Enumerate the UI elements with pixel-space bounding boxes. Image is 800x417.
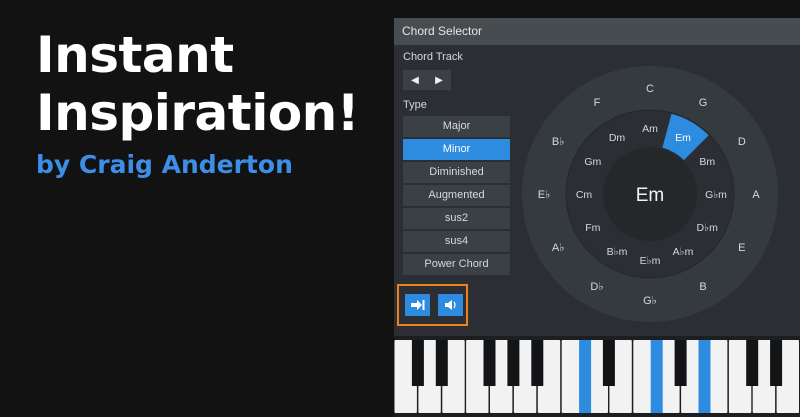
chevron-right-icon[interactable]: ▶ <box>427 70 451 90</box>
major-key-label: A <box>752 189 760 201</box>
chord-type-augmented[interactable]: Augmented <box>403 185 510 206</box>
black-key[interactable] <box>770 340 783 386</box>
major-key-label: B <box>699 281 706 293</box>
circle-of-fifths: C G D A E B G♭ D♭ A♭ E♭ B♭ F Am Em Bm G♭m D♭m A♭m E♭m B♭m Fm… <box>520 64 780 324</box>
piano-keyboard <box>394 336 800 417</box>
chord-track-nav: ◀ ▶ <box>403 70 451 90</box>
black-key[interactable] <box>507 340 520 386</box>
minor-key-label: Bm <box>699 156 715 168</box>
chevron-left-icon[interactable]: ◀ <box>403 70 427 90</box>
major-key-label: F <box>594 97 601 109</box>
current-chord-label: Em <box>636 185 665 206</box>
action-buttons-highlight <box>397 284 468 326</box>
chord-type-diminished[interactable]: Diminished <box>403 162 510 183</box>
headline-line-2: Inspiration! <box>36 84 360 142</box>
minor-key-label: G♭m <box>705 189 727 201</box>
minor-key-label: B♭m <box>607 246 628 258</box>
minor-key-label: Cm <box>576 189 593 201</box>
major-key-label: A♭ <box>552 242 565 254</box>
minor-key-label: Dm <box>609 132 626 144</box>
black-key[interactable] <box>483 340 496 386</box>
highlighted-key[interactable] <box>698 340 711 413</box>
black-key[interactable] <box>602 340 615 386</box>
headline-line-1: Instant <box>36 26 234 84</box>
black-key[interactable] <box>411 340 424 386</box>
chord-type-minor[interactable]: Minor <box>403 139 510 160</box>
minor-key-label: Am <box>642 123 658 135</box>
insert-chord-button[interactable] <box>405 294 430 316</box>
speaker-icon <box>444 300 456 310</box>
major-key-label: C <box>646 83 654 95</box>
major-key-label: E <box>738 242 745 254</box>
minor-key-label: E♭m <box>640 255 661 267</box>
preview-sound-button[interactable] <box>438 294 463 316</box>
minor-key-label: D♭m <box>697 222 719 234</box>
chord-track-label: Chord Track <box>403 51 463 63</box>
headline: Instant Inspiration! <box>36 26 360 142</box>
major-key-label: G <box>699 97 708 109</box>
chord-type-sus2[interactable]: sus2 <box>403 208 510 229</box>
major-key-label: B♭ <box>552 136 565 148</box>
minor-key-label: A♭m <box>673 246 694 258</box>
chord-type-major[interactable]: Major <box>403 116 510 137</box>
insert-chord-icon <box>410 300 424 310</box>
chord-type-sus4[interactable]: sus4 <box>403 231 510 252</box>
minor-key-label: Em <box>675 132 691 144</box>
black-key[interactable] <box>746 340 759 386</box>
major-key-label: G♭ <box>643 295 657 307</box>
panel-title: Chord Selector <box>394 18 800 45</box>
chord-selector-panel: Chord Selector Chord Track ◀ ▶ Type Majo… <box>394 18 800 417</box>
black-key[interactable] <box>674 340 687 386</box>
major-key-label: E♭ <box>538 189 551 201</box>
minor-key-label: Fm <box>585 222 600 234</box>
major-key-label: D <box>738 136 746 148</box>
black-key[interactable] <box>531 340 544 386</box>
byline: by Craig Anderton <box>36 150 293 179</box>
chord-type-power-chord[interactable]: Power Chord <box>403 254 510 275</box>
highlighted-key[interactable] <box>579 340 592 413</box>
major-key-label: D♭ <box>590 281 603 293</box>
chord-type-list: Major Minor Diminished Augmented sus2 sus4 Pow… <box>403 116 510 277</box>
minor-key-label: Gm <box>584 156 601 168</box>
black-key[interactable] <box>435 340 448 386</box>
type-label: Type <box>403 99 427 111</box>
highlighted-key[interactable] <box>650 340 663 413</box>
